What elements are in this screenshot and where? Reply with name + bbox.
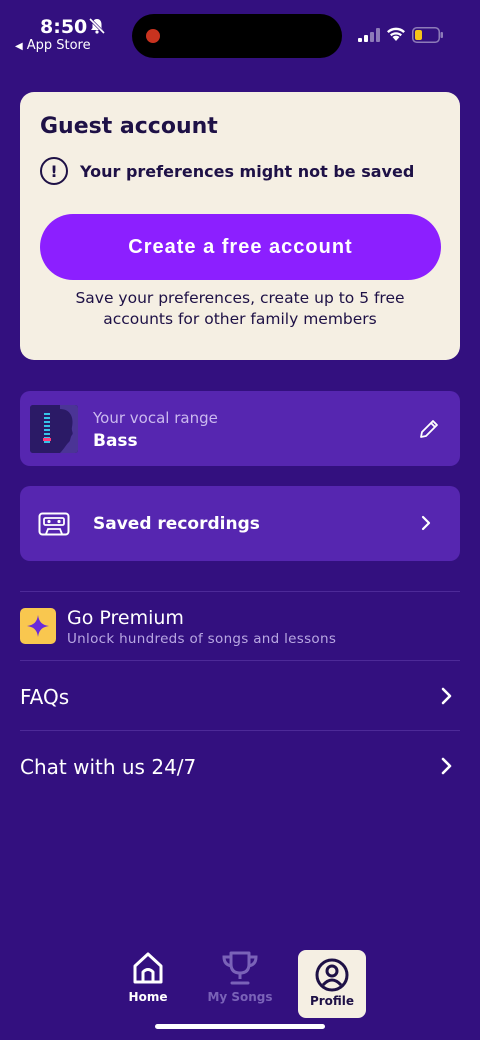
pencil-edit-icon[interactable] xyxy=(418,418,440,440)
divider xyxy=(20,591,460,592)
chevron-right-icon xyxy=(421,515,431,531)
guest-warning-text: Your preferences might not be saved xyxy=(80,161,415,181)
go-premium-subtitle: Unlock hundreds of songs and lessons xyxy=(67,631,337,647)
back-triangle-icon: ◀ xyxy=(15,41,23,52)
recording-indicator-icon xyxy=(146,29,160,43)
back-app-label: App Store xyxy=(26,38,91,53)
cassette-tape-icon xyxy=(38,512,70,536)
saved-recordings-card[interactable]: Saved recordings xyxy=(20,486,460,561)
tab-profile-label: Profile xyxy=(309,994,355,1008)
chevron-right-icon xyxy=(441,757,452,775)
vocal-range-graphic xyxy=(30,405,78,453)
chat-label: Chat with us 24/7 xyxy=(20,755,197,779)
tab-my-songs-label: My Songs xyxy=(207,990,273,1004)
battery-low-icon xyxy=(412,27,443,43)
sparkle-star-icon xyxy=(20,608,56,644)
guest-account-note: Save your preferences, create up to 5 fr… xyxy=(75,289,405,328)
dynamic-island xyxy=(132,14,342,58)
status-time: 8:50 xyxy=(40,16,88,38)
vocal-range-label: Your vocal range xyxy=(93,409,218,427)
trophy-icon xyxy=(222,951,258,985)
user-profile-icon xyxy=(315,958,349,992)
house-icon xyxy=(133,952,163,984)
saved-recordings-label: Saved recordings xyxy=(93,514,260,534)
vocal-range-thumbnail xyxy=(30,405,78,453)
tab-home-label: Home xyxy=(128,990,168,1004)
vocal-range-card[interactable]: Your vocal range Bass xyxy=(20,391,460,466)
divider xyxy=(20,660,460,661)
tab-profile[interactable]: Profile xyxy=(298,950,366,1018)
guest-warning: ! Your preferences might not be saved xyxy=(40,156,414,186)
back-to-app-store[interactable]: ◀ App Store xyxy=(15,38,91,53)
status-bar: 8:50 ◀ App Store xyxy=(0,0,480,70)
tab-my-songs[interactable]: My Songs xyxy=(205,950,275,1018)
vocal-range-value: Bass xyxy=(93,431,138,451)
sparkle-glyph-icon xyxy=(27,615,49,637)
create-free-account-button[interactable]: Create a free account xyxy=(40,214,441,280)
divider xyxy=(20,730,460,731)
home-indicator xyxy=(155,1024,325,1029)
wifi-icon xyxy=(387,27,405,41)
tab-home[interactable]: Home xyxy=(114,950,182,1018)
guest-account-title: Guest account xyxy=(40,114,218,139)
cellular-signal-icon xyxy=(358,28,380,42)
faqs-label: FAQs xyxy=(20,685,70,709)
silent-bell-icon xyxy=(88,17,106,35)
exclamation-circle-icon: ! xyxy=(40,157,68,185)
go-premium-title: Go Premium xyxy=(67,607,184,629)
guest-account-card: Guest account ! Your preferences might n… xyxy=(20,92,460,360)
chevron-right-icon xyxy=(441,687,452,705)
